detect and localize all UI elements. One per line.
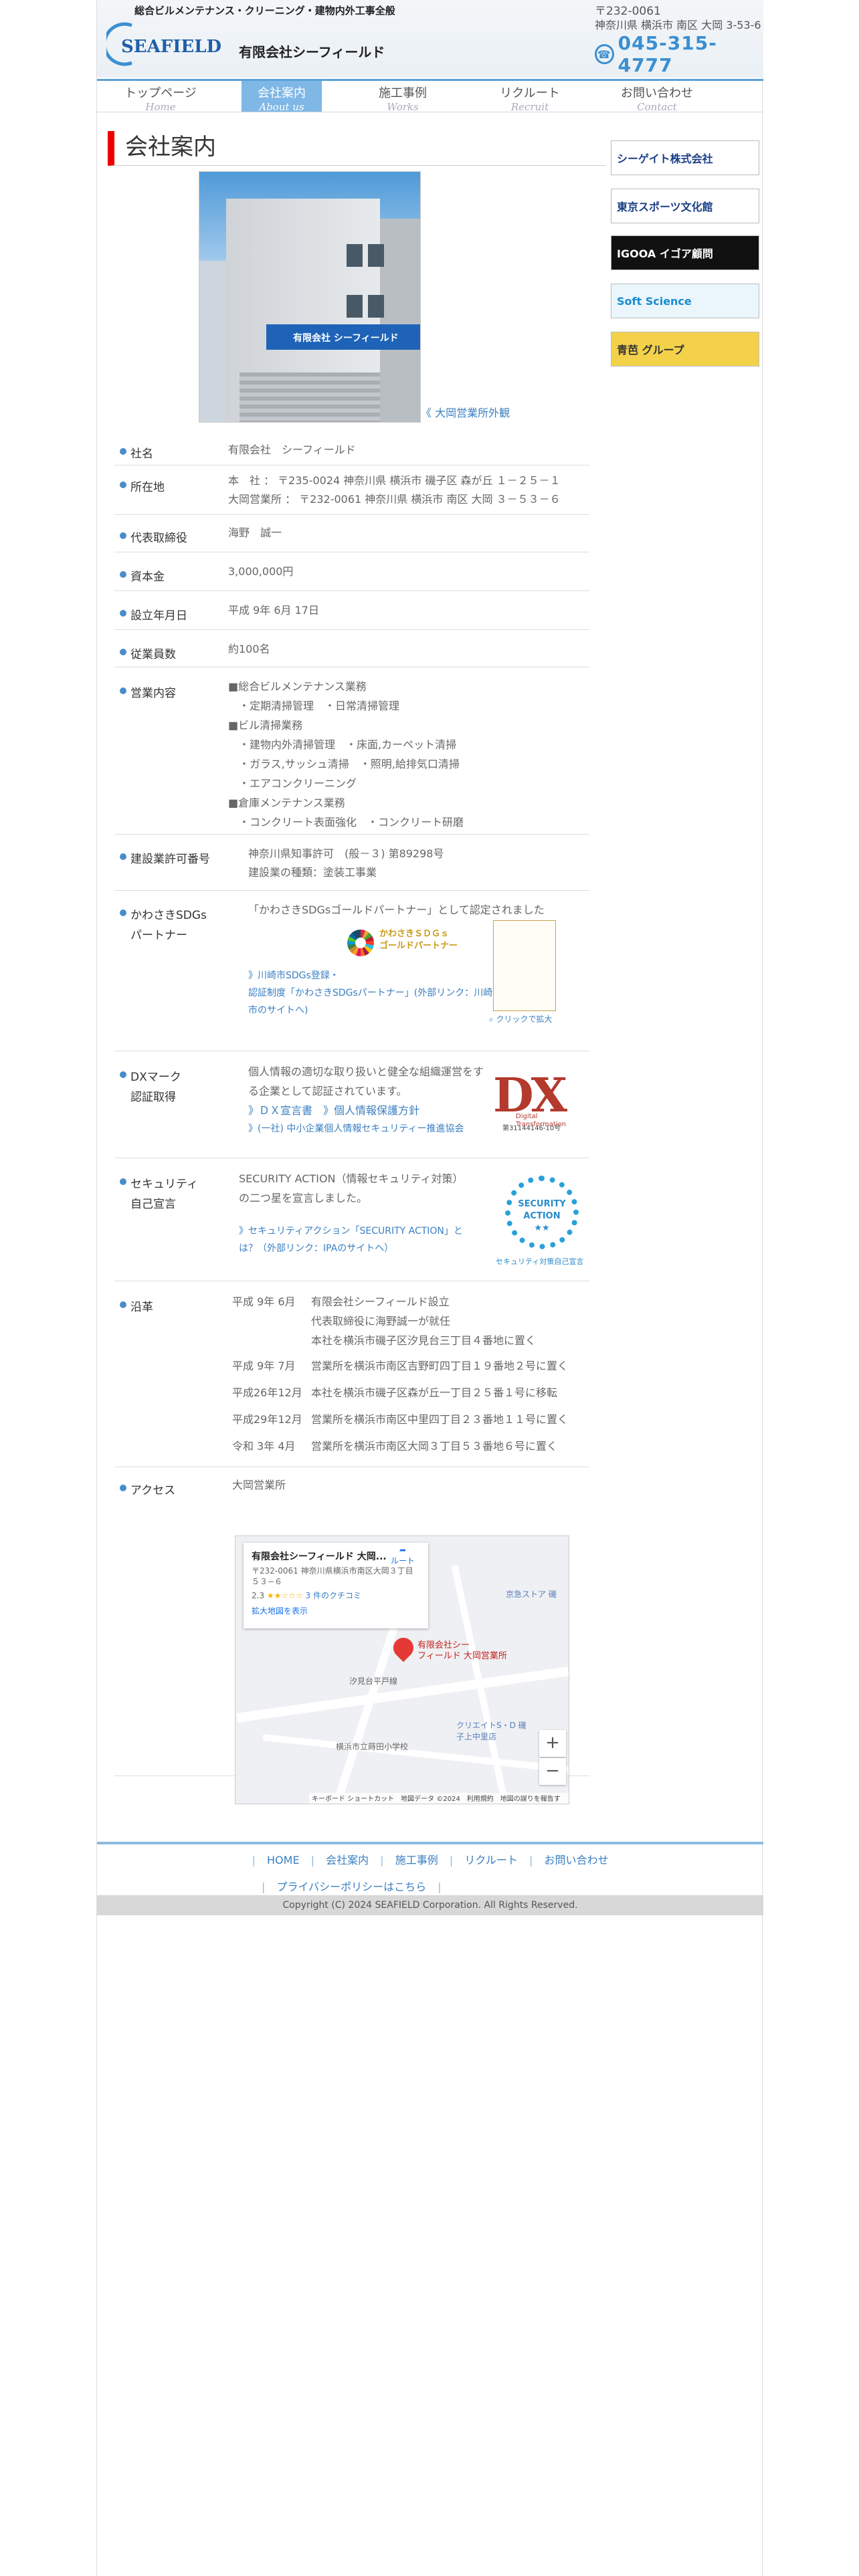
sidebar-banner-bumb[interactable]: 東京スポーツ文化館 <box>611 189 759 223</box>
footer-links: | HOME | 会社案内 | 施工事例 | リクルート | お問い合わせ | … <box>97 1842 763 1894</box>
phone-number: 045-315-4777 <box>617 32 717 76</box>
info-row-rep: 代表取締役 海野 誠一 <box>114 515 589 552</box>
info-row-founded: 設立年月日 平成 9年 6月 17日 <box>114 591 589 630</box>
sidebar-banner-seiha[interactable]: 青芭 グループ <box>611 332 759 366</box>
info-row-business: 営業内容 ■総合ビルメンテナンス業務 ・定期清掃管理 ・日常清掃管理 ■ビル清掃… <box>114 667 589 835</box>
page-wrapper: 総合ビルメンテナンス・クリーニング・建物内外工事全般 SEAFIELD 有限会社… <box>96 0 763 2576</box>
company-name: 有限会社シーフィールド <box>239 44 385 60</box>
security-action-link[interactable]: 》セキュリティアクション「SECURITY ACTION」と は？（外部リンク：… <box>239 1222 463 1257</box>
seafield-logo[interactable]: SEAFIELD <box>106 20 233 68</box>
nav-about[interactable]: 会社案内 About us <box>242 81 322 113</box>
dx-link-association[interactable]: 》(一社) 中小企業個人情報セキュリティー推進協会 <box>248 1119 464 1139</box>
footer-link-contact[interactable]: お問い合わせ <box>544 1854 608 1866</box>
sidebar-banner-softscience[interactable]: Soft Science <box>611 284 759 318</box>
google-map[interactable]: 有限会社シーフィールド 大岡... 〒232-0061 神奈川県横浜市南区大岡３… <box>235 1535 569 1804</box>
nav-contact[interactable]: お問い合わせ Contact <box>593 81 721 113</box>
building-photo[interactable]: 有限会社 シーフィールド <box>199 171 421 423</box>
info-row-license: 建設業許可番号 神奈川県知事許可 (般－３) 第89298号 建設業の種類：塗装… <box>114 835 589 891</box>
enlarge-map-link[interactable]: 拡大地図を表示 <box>252 1605 420 1616</box>
info-row-dx: DXマーク 認証取得 個人情報の適切な取り扱いと健全な組織運営をす る企業として… <box>114 1051 589 1158</box>
footer-link-about[interactable]: 会社案内 <box>326 1854 369 1866</box>
directions-icon: ➦ <box>399 1545 407 1555</box>
footer-link-recruit[interactable]: リクルート <box>464 1854 518 1866</box>
info-row-security: セキュリティ 自己宣言 SECURITY ACTION（情報セキュリティ対策） … <box>114 1158 589 1281</box>
footer-link-works[interactable]: 施工事例 <box>395 1854 438 1866</box>
route-button[interactable]: ➦ ルート <box>391 1545 415 1566</box>
info-row-location: 所在地 本 社 ： 〒235-0024 神奈川県 横浜市 磯子区 森が丘 １－２… <box>114 465 589 515</box>
map-pin-label: 有限会社シー フィールド 大岡営業所 <box>417 1640 507 1661</box>
sidebar-banner-igooa[interactable]: IGOOA イゴア顧問 <box>611 235 759 270</box>
header-phone[interactable]: ☎ 045-315-4777 <box>595 32 763 76</box>
info-row-sdgs: かわさきSDGs パートナー 「かわさきSDGsゴールドパートナー」として認定さ… <box>114 891 589 1051</box>
nav-home[interactable]: トップページ Home <box>97 81 224 113</box>
footer-link-home[interactable]: HOME <box>267 1854 300 1866</box>
svg-text:SEAFIELD: SEAFIELD <box>121 37 221 57</box>
map-footer[interactable]: キーボード ショートカット 地図データ ©2024 利用規約 地図の誤りを報告す… <box>309 1793 569 1804</box>
security-action-badge[interactable]: SECURITY ACTION ★★ <box>505 1176 579 1249</box>
nav-works[interactable]: 施工事例 Works <box>339 81 466 113</box>
phone-icon: ☎ <box>595 44 614 64</box>
header-address: 神奈川県 横浜市 南区 大岡 3-53-6 <box>595 19 761 31</box>
zoom-caption[interactable]: ⌕ クリックで拡大 <box>489 1010 553 1029</box>
reviews-link[interactable]: 3 件のクチコミ <box>306 1591 361 1600</box>
tagline: 総合ビルメンテナンス・クリーニング・建物内外工事全般 <box>134 5 395 17</box>
sdgs-certificate[interactable] <box>493 920 556 1011</box>
sdgs-wheel-icon[interactable] <box>347 930 374 956</box>
main-nav: トップページ Home 会社案内 About us 施工事例 Works リクルート R… <box>97 79 763 113</box>
page-title: 会社案内 <box>108 131 605 166</box>
sidebar-banner-seagate[interactable]: シーゲイト株式会社 <box>611 140 759 175</box>
dx-link-declaration[interactable]: 》ＤＸ宣言書 》個人情報保護方針 <box>248 1101 419 1120</box>
zoom-in-button[interactable]: + <box>539 1730 566 1757</box>
info-row-name: 社名 有限会社 シーフィールド <box>114 433 589 465</box>
building-caption[interactable]: 《 大岡営業所外観 <box>421 404 510 420</box>
building-sign: 有限会社 シーフィールド <box>266 324 420 350</box>
copyright: Copyright (C) 2024 SEAFIELD Corporation.… <box>97 1895 763 1915</box>
site-header: 総合ビルメンテナンス・クリーニング・建物内外工事全般 SEAFIELD 有限会社… <box>97 0 763 78</box>
zoom-out-button[interactable]: − <box>539 1758 566 1785</box>
nav-recruit[interactable]: リクルート Recruit <box>466 81 593 113</box>
info-row-capital: 資本金 3,000,000円 <box>114 552 589 591</box>
info-row-staff: 従業員数 約100名 <box>114 630 589 667</box>
footer-link-privacy[interactable]: プライバシーポリシーはこちら <box>276 1881 426 1893</box>
info-row-history: 沿革 平成 9年 6月 有限会社シーフィールド設立 代表取締役に海野誠一が就任 … <box>114 1281 589 1467</box>
